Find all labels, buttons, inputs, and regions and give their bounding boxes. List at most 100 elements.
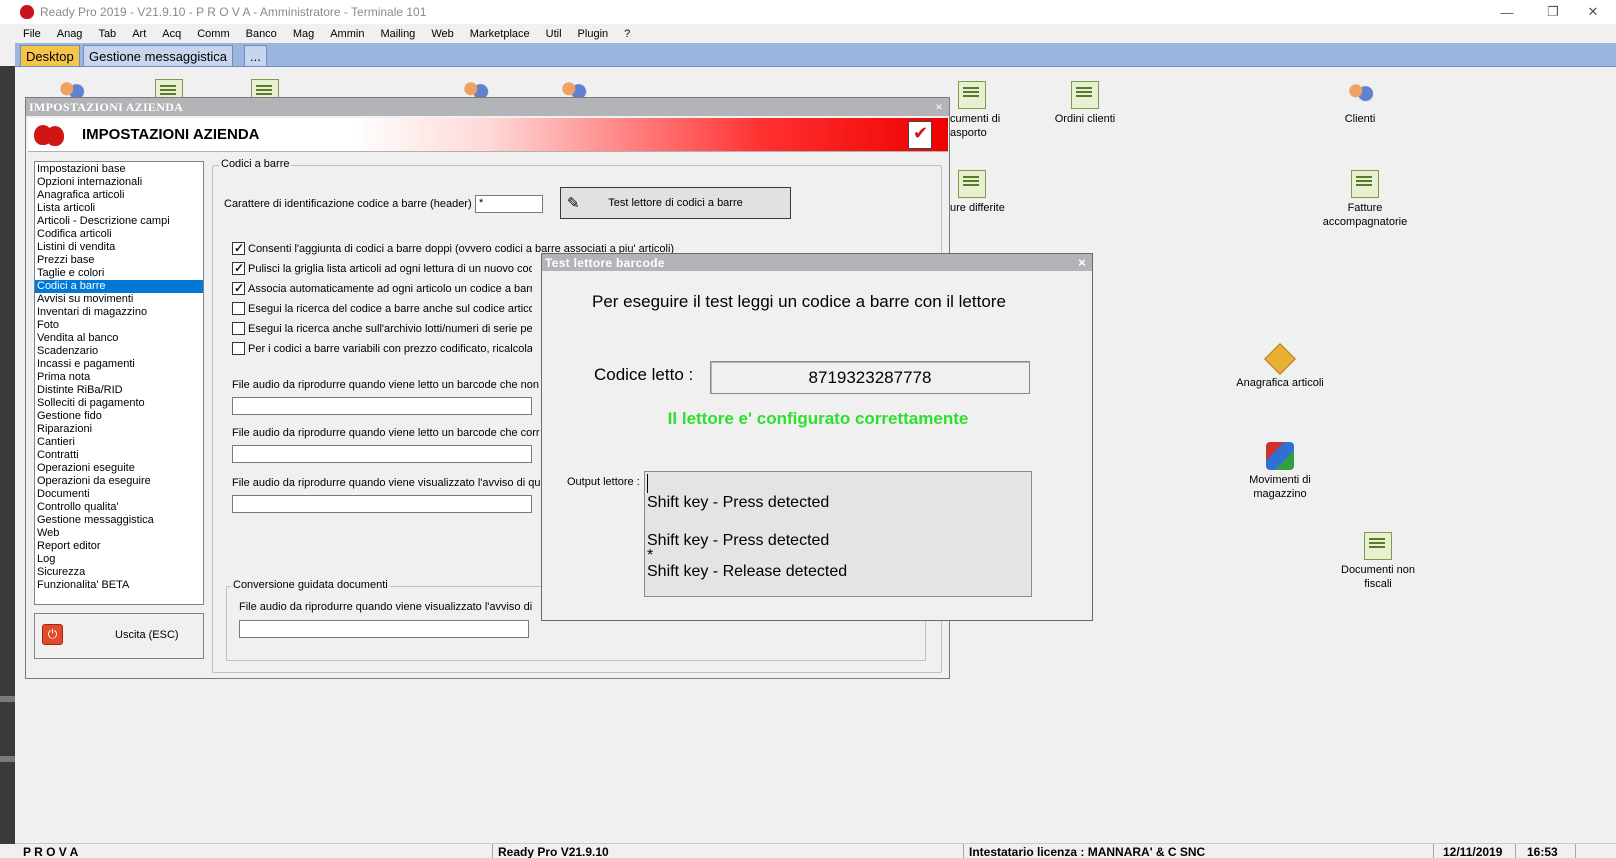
- desktop-icon-anagrafica-articoli[interactable]: Anagrafica articoli: [1225, 343, 1335, 390]
- checkbox-box[interactable]: [232, 282, 245, 295]
- tab-gestione-messaggistica[interactable]: Gestione messaggistica: [83, 45, 234, 66]
- test-button-label: Test lettore di codici a barre: [608, 197, 743, 209]
- settings-nav-item[interactable]: Cantieri: [35, 436, 203, 449]
- tab-desktop[interactable]: Desktop: [20, 45, 80, 66]
- desktop-icon-movimenti-magazzino[interactable]: Movimenti di magazzino: [1235, 442, 1325, 501]
- output-line: Shift key - Press detected: [647, 494, 830, 511]
- icon-label: magazzino: [1253, 488, 1307, 500]
- barcode-close-icon[interactable]: ×: [1078, 255, 1086, 270]
- settings-nav-item[interactable]: Solleciti di pagamento: [35, 397, 203, 410]
- settings-nav-item[interactable]: Lista articoli: [35, 202, 203, 215]
- settings-nav-item[interactable]: Contratti: [35, 449, 203, 462]
- settings-nav-item[interactable]: Gestione messaggistica: [35, 514, 203, 527]
- settings-nav-item[interactable]: Prezzi base: [35, 254, 203, 267]
- settings-nav-item[interactable]: Opzioni internazionali: [35, 176, 203, 189]
- menu-plugin[interactable]: Plugin: [570, 28, 617, 40]
- menu-mailing[interactable]: Mailing: [372, 28, 423, 40]
- settings-nav-item[interactable]: Foto: [35, 319, 203, 332]
- settings-nav-item[interactable]: Articoli - Descrizione campi: [35, 215, 203, 228]
- settings-nav-item[interactable]: Log: [35, 553, 203, 566]
- menu-acq[interactable]: Acq: [154, 28, 189, 40]
- settings-nav-item[interactable]: Prima nota: [35, 371, 203, 384]
- settings-nav-item[interactable]: Scadenzario: [35, 345, 203, 358]
- close-window-button[interactable]: ✕: [1570, 0, 1616, 24]
- checkbox-auto-associate[interactable]: Associa automaticamente ad ogni articolo…: [232, 282, 532, 295]
- desktop-icon-fatture-differite[interactable]: ure differite: [950, 170, 1030, 215]
- settings-nav-item[interactable]: Impostazioni base: [35, 163, 203, 176]
- status-version: Ready Pro V21.9.10: [498, 845, 609, 858]
- settings-nav-item[interactable]: Operazioni da eseguire: [35, 475, 203, 488]
- menu-mag[interactable]: Mag: [285, 28, 322, 40]
- settings-close-icon[interactable]: ×: [935, 99, 943, 115]
- test-barcode-reader-button[interactable]: ✎ Test lettore di codici a barre: [560, 187, 791, 219]
- settings-nav-item[interactable]: Codifica articoli: [35, 228, 203, 241]
- code-read-field: 8719323287778: [710, 361, 1030, 394]
- conversion-audio-label: File audio da riprodurre quando viene vi…: [239, 601, 533, 613]
- minimize-button[interactable]: —: [1484, 0, 1530, 24]
- settings-nav-item[interactable]: Funzionalita' BETA: [35, 579, 203, 592]
- settings-nav-item[interactable]: Report editor: [35, 540, 203, 553]
- header-char-input[interactable]: *: [475, 195, 543, 213]
- menu-util[interactable]: Util: [538, 28, 570, 40]
- menu-help[interactable]: ?: [616, 28, 638, 40]
- settings-nav-list[interactable]: Impostazioni base Opzioni internazionali A…: [34, 161, 204, 605]
- settings-nav-item[interactable]: Incassi e pagamenti: [35, 358, 203, 371]
- menu-ammin[interactable]: Ammin: [322, 28, 372, 40]
- conversion-audio-input[interactable]: [239, 620, 529, 638]
- audio-file-input-3[interactable]: [232, 495, 532, 513]
- settings-nav-item[interactable]: Distinte RiBa/RID: [35, 384, 203, 397]
- settings-nav-item[interactable]: Inventari di magazzino: [35, 306, 203, 319]
- desktop-icon-documenti-trasporto[interactable]: cumenti di asporto: [950, 81, 1020, 140]
- menu-marketplace[interactable]: Marketplace: [462, 28, 538, 40]
- settings-nav-item[interactable]: Operazioni eseguite: [35, 462, 203, 475]
- checkbox-search-lots[interactable]: Esegui la ricerca anche sull'archivio lo…: [232, 322, 532, 335]
- settings-nav-item[interactable]: Documenti: [35, 488, 203, 501]
- menu-anag[interactable]: Anag: [49, 28, 91, 40]
- shapes-icon: [1266, 442, 1294, 470]
- settings-nav-item[interactable]: Sicurezza: [35, 566, 203, 579]
- menu-file[interactable]: File: [15, 28, 49, 40]
- desktop-icon-clienti[interactable]: Clienti: [1325, 81, 1395, 126]
- settings-nav-item[interactable]: Controllo qualita': [35, 501, 203, 514]
- checkbox-label: Esegui la ricerca del codice a barre anc…: [248, 302, 532, 315]
- clients-icon: [1346, 81, 1374, 109]
- menu-web[interactable]: Web: [423, 28, 461, 40]
- audio-label-2: File audio da riprodurre quando viene le…: [232, 427, 540, 439]
- checkbox-box[interactable]: [232, 242, 245, 255]
- settings-dialog-titlebar: IMPOSTAZIONI AZIENDA ×: [26, 98, 949, 116]
- checkbox-box[interactable]: [232, 342, 245, 355]
- exit-button[interactable]: ⏻ Uscita (ESC): [34, 613, 204, 659]
- window-titlebar: Ready Pro 2019 - V21.9.10 - P R O V A - …: [0, 0, 1616, 24]
- checkbox-clear-grid[interactable]: Pulisci la griglia lista articoli ad ogn…: [232, 262, 532, 275]
- settings-nav-item[interactable]: Avvisi su movimenti: [35, 293, 203, 306]
- settings-nav-item[interactable]: Vendita al banco: [35, 332, 203, 345]
- reader-output-box[interactable]: Shift key - Press detected Shift key - P…: [644, 471, 1032, 597]
- icon-label: Fatture: [1347, 202, 1383, 214]
- menu-comm[interactable]: Comm: [189, 28, 237, 40]
- checkbox-box[interactable]: [232, 322, 245, 335]
- audio-file-input-1[interactable]: [232, 397, 532, 415]
- desktop-icon-documenti-non-fiscali[interactable]: Documenti non fiscali: [1333, 532, 1423, 591]
- tab-more[interactable]: ...: [244, 45, 267, 66]
- settings-nav-item[interactable]: Web: [35, 527, 203, 540]
- settings-nav-item[interactable]: Codici a barre: [35, 280, 203, 293]
- desktop-icon-fatture-accompagnatorie[interactable]: Fatture accompagnatorie: [1315, 170, 1415, 229]
- menu-banco[interactable]: Banco: [238, 28, 285, 40]
- checkbox-box[interactable]: [232, 302, 245, 315]
- menu-tab[interactable]: Tab: [90, 28, 124, 40]
- checkbox-search-item-code[interactable]: Esegui la ricerca del codice a barre anc…: [232, 302, 532, 315]
- settings-nav-item[interactable]: Listini di vendita: [35, 241, 203, 254]
- checkbox-variable-price[interactable]: Per i codici a barre variabili con prezz…: [232, 342, 532, 355]
- menu-art[interactable]: Art: [124, 28, 154, 40]
- document-people-icon: [958, 170, 986, 198]
- settings-nav-item[interactable]: Gestione fido: [35, 410, 203, 423]
- group-title: Codici a barre: [219, 158, 292, 170]
- checkbox-box[interactable]: [232, 262, 245, 275]
- settings-nav-item[interactable]: Taglie e colori: [35, 267, 203, 280]
- conversion-group-title: Conversione guidata documenti: [231, 579, 390, 591]
- audio-file-input-2[interactable]: [232, 445, 532, 463]
- settings-nav-item[interactable]: Riparazioni: [35, 423, 203, 436]
- settings-nav-item[interactable]: Anagrafica articoli: [35, 189, 203, 202]
- desktop-icon-ordini-clienti[interactable]: Ordini clienti: [1040, 81, 1130, 126]
